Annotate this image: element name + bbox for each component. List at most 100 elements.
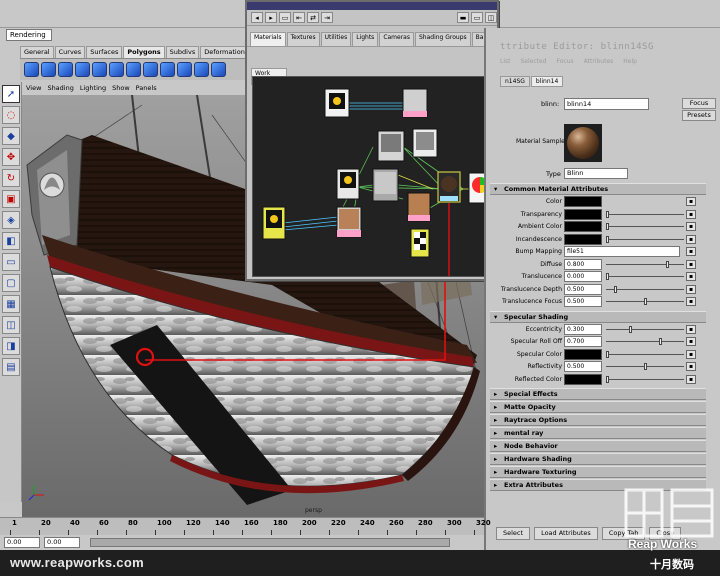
ae-tab-n14sg[interactable]: n14SG [500,76,530,87]
start-time-field[interactable]: 0.00 [4,537,40,548]
attr-slider[interactable] [606,298,684,305]
append-icon[interactable] [194,62,209,77]
last-tool-icon[interactable]: ▭ [2,253,20,271]
lasso-tool-icon[interactable]: ◌ [2,106,20,124]
graph-output-icon[interactable]: ⇥ [321,12,333,23]
ae-menu-selected[interactable]: Selected [521,58,547,65]
map-button-icon[interactable]: ▪ [686,247,696,256]
hypershade-tab-materials[interactable]: Materials [250,32,286,46]
attr-value-field[interactable]: 0.500 [564,361,602,372]
attr-slider[interactable] [606,235,684,243]
manipulator-icon[interactable]: ◈ [2,211,20,229]
time-slider[interactable]: 1 20 40 60 80 100 120 140 160 180 200 220 240 260 280 3… [0,517,491,535]
top-tab-only-icon[interactable]: ▬ [457,12,469,23]
shelf-tab-polygons[interactable]: Polygons [123,46,165,58]
attr-value-field[interactable]: 0.500 [564,296,602,307]
split-panes-icon[interactable]: ◫ [485,12,497,23]
hypershade-tab-lights[interactable]: Lights [352,32,379,46]
paint-select-icon[interactable]: ◆ [2,127,20,145]
color-swatch[interactable] [564,233,602,245]
back-icon[interactable]: ◂ [251,12,263,23]
attr-slider[interactable] [606,285,684,293]
color-swatch[interactable] [564,196,602,207]
panel-menu-show[interactable]: Show [112,84,130,95]
menu-set-select[interactable]: Rendering [6,29,52,41]
poly-cube-icon[interactable] [24,62,39,77]
section-raytrace[interactable]: Raytrace Options [490,414,706,426]
shading-network-graph[interactable] [252,76,496,277]
attr-slider[interactable] [606,338,684,345]
map-button-icon[interactable]: ▪ [686,234,696,244]
attr-value-field[interactable]: 0.800 [564,258,602,270]
slider-knob[interactable] [628,325,632,333]
graph-io-icon[interactable]: ⇄ [307,12,319,23]
bridge-icon[interactable] [177,62,192,77]
section-common[interactable]: Common Material Attributes [490,183,706,195]
ae-menu-help[interactable]: Help [623,58,637,65]
color-swatch[interactable] [564,221,602,232]
hypershade-tab-cameras[interactable]: Cameras [379,32,414,46]
poly-plane-icon[interactable] [92,62,107,77]
node-name-field[interactable]: blinn14 [564,98,649,110]
slider-knob[interactable] [606,375,609,383]
attr-value-field[interactable]: 0.300 [564,323,602,335]
slider-knob[interactable] [606,210,609,218]
hypershade-tab-shading-groups[interactable]: Shading Groups [414,32,471,46]
panel-menu-view[interactable]: View [26,84,41,95]
slider-knob[interactable] [606,350,609,358]
map-button-icon[interactable]: ▪ [686,337,696,346]
attr-slider[interactable] [606,375,684,383]
color-swatch[interactable] [564,348,602,360]
map-button-icon[interactable]: ▪ [686,349,696,359]
layout-graph-icon[interactable]: ▤ [2,358,20,376]
ae-tab-blinn14[interactable]: blinn14 [530,76,564,87]
section-hwshading[interactable]: Hardware Shading [490,453,706,465]
extrude-icon[interactable] [160,62,175,77]
panel-menu-shading[interactable]: Shading [47,84,73,95]
shelf-tab-curves[interactable]: Curves [54,46,86,58]
ae-menu-attributes[interactable]: Attributes [584,58,614,65]
section-mentalray[interactable]: mental ray [490,427,706,439]
forward-icon[interactable]: ▸ [265,12,277,23]
poly-torus-icon[interactable] [109,62,124,77]
attr-value-field[interactable]: 0.500 [564,283,602,295]
panel-menu-lighting[interactable]: Lighting [80,84,106,95]
attr-slider[interactable] [606,363,684,370]
shelf-tab-general[interactable]: General [20,46,54,58]
attr-value-field[interactable]: 0.000 [564,271,602,282]
clear-graph-icon[interactable]: ▭ [279,12,291,23]
map-button-icon[interactable]: ▪ [686,324,696,334]
section-special[interactable]: Special Effects [490,388,706,400]
attr-slider[interactable] [606,260,684,268]
move-tool-icon[interactable]: ✥ [2,148,20,166]
type-select[interactable]: Blinn [564,168,628,179]
hypershade-tab-textures[interactable]: Textures [286,32,320,46]
bottom-tab-only-icon[interactable]: ▭ [471,12,483,23]
rotate-tool-icon[interactable]: ↻ [2,169,20,187]
color-swatch[interactable] [564,373,602,385]
range-bar[interactable] [90,538,450,547]
map-button-icon[interactable]: ▪ [686,197,696,206]
layout-persp-outliner-icon[interactable]: ◨ [2,337,20,355]
ae-load-attributes-button[interactable]: Load Attributes [534,526,598,540]
layout-two-icon[interactable]: ◫ [2,316,20,334]
material-swatch-area[interactable] [247,46,497,66]
map-button-icon[interactable]: ▪ [686,259,696,269]
focus-button[interactable]: Focus [682,98,716,109]
slider-knob[interactable] [606,235,609,243]
slider-knob[interactable] [613,285,617,293]
slider-knob[interactable] [606,273,609,280]
attr-slider[interactable] [606,350,684,358]
layout-single-icon[interactable]: ▢ [2,274,20,292]
color-swatch[interactable] [564,208,602,220]
show-manip-icon[interactable]: ◧ [2,232,20,250]
section-matte[interactable]: Matte Opacity [490,401,706,413]
poly-cylinder-icon[interactable] [58,62,73,77]
split-icon[interactable] [211,62,226,77]
combine-icon[interactable] [126,62,141,77]
slider-knob[interactable] [666,260,669,268]
map-button-icon[interactable]: ▪ [686,374,696,384]
poly-cone-icon[interactable] [75,62,90,77]
separate-icon[interactable] [143,62,158,77]
select-tool-icon[interactable]: ➚ [2,85,20,103]
